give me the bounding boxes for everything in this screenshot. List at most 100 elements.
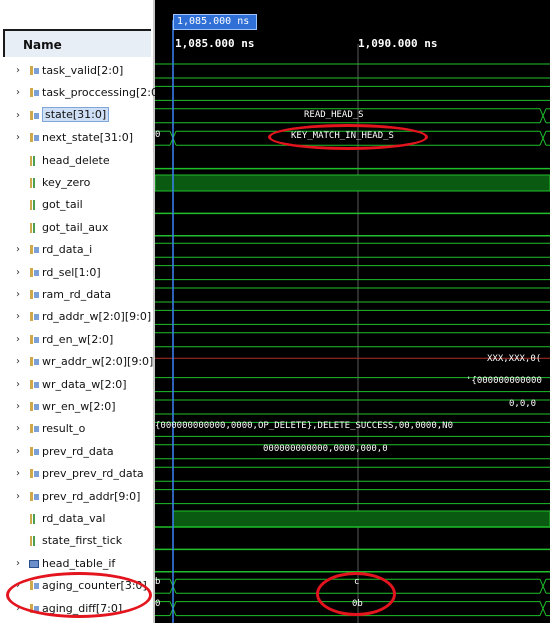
timeline-tick-label: 1,085.000 ns [175, 37, 255, 50]
signal-row[interactable]: › next_state[31:0] [0, 127, 153, 149]
chevron-right-icon[interactable]: › [16, 558, 20, 569]
signal-row[interactable]: › prev_rd_data [0, 441, 153, 463]
signal-label: ram_rd_data [42, 288, 112, 301]
annotation-circle [316, 572, 396, 616]
signal-row[interactable]: › rd_addr_w[2:0][9:0] [0, 306, 153, 328]
signal-row[interactable]: › rd_data_i [0, 239, 153, 261]
signal-label: wr_addr_w[2:0][9:0] [42, 355, 154, 369]
signal-label: prev_prev_rd_data [42, 467, 144, 481]
wave-rd-data-val [172, 510, 550, 528]
chevron-right-icon[interactable]: › [16, 65, 20, 76]
signal-label: prev_rd_addr[9:0] [42, 489, 141, 503]
signal-row[interactable]: › rd_sel[1:0] [0, 262, 153, 284]
signal-label: key_zero [42, 176, 91, 189]
aging-counter-prev-value: b [155, 577, 161, 587]
signal-row[interactable]: › task_valid[2:0] [0, 60, 153, 82]
waveform-area[interactable] [155, 0, 550, 623]
signal-row[interactable]: › rd_en_w[2:0] [0, 329, 153, 351]
signal-row[interactable]: rd_data_val [0, 508, 153, 530]
bus-signal-icon [29, 88, 39, 98]
signal-label: wr_data_w[2:0] [42, 377, 127, 391]
bit-signal-icon [29, 536, 39, 547]
chevron-right-icon[interactable]: › [16, 401, 20, 412]
signal-label: wr_en_w[2:0] [42, 400, 116, 413]
wr-data-value: '{000000000000 [466, 376, 542, 386]
bus-signal-icon [29, 133, 39, 143]
signal-label: head_delete [42, 153, 110, 167]
signal-row[interactable]: › wr_data_w[2:0] [0, 374, 153, 396]
chevron-right-icon[interactable]: › [16, 110, 20, 121]
bus-signal-icon [29, 491, 39, 502]
signal-row[interactable]: key_zero [0, 172, 153, 194]
signal-row[interactable]: › wr_addr_w[2:0][9:0] [0, 351, 153, 373]
interface-icon [29, 559, 39, 569]
signal-row[interactable]: › prev_prev_rd_data [0, 463, 153, 485]
signal-label: head_table_if [42, 556, 116, 570]
bus-signal-icon [29, 469, 39, 479]
signal-label: task_valid[2:0] [42, 64, 124, 77]
prev-rd-data-value: 000000000000,0000,000,0 [263, 444, 388, 454]
signal-row[interactable]: state_first_tick [0, 530, 153, 552]
annotation-circle [268, 124, 428, 150]
wr-en-value: 0,0,0 [509, 399, 537, 409]
chevron-right-icon[interactable]: › [16, 379, 20, 390]
signal-label: prev_rd_data [42, 444, 114, 458]
bus-signal-icon [29, 110, 39, 121]
chevron-right-icon[interactable]: › [16, 289, 20, 300]
signal-name-panel: Name › task_valid[2:0] › task_proccessing[2… [0, 0, 162, 623]
signal-label: task_proccessing[2:0] [42, 86, 163, 100]
signal-label: got_tail_aux [42, 220, 109, 234]
signal-row[interactable]: › state[31:0] [0, 105, 153, 127]
bus-signal-icon [29, 312, 39, 322]
signal-label: state[31:0] [42, 106, 110, 122]
bus-signal-icon [29, 334, 39, 345]
chevron-right-icon[interactable]: › [16, 244, 20, 255]
signal-row[interactable]: got_tail [0, 194, 153, 216]
bit-signal-icon [29, 178, 39, 188]
chevron-right-icon[interactable]: › [16, 423, 20, 434]
state-value: READ_HEAD_S [304, 110, 364, 120]
bus-signal-icon [29, 290, 39, 300]
bus-signal-icon [29, 267, 39, 278]
signal-label: rd_data_val [42, 512, 106, 525]
name-column-header[interactable]: Name [3, 29, 151, 57]
next-state-prev-value: 0 [155, 130, 161, 140]
cursor-time-marker[interactable]: 1,085.000 ns [173, 14, 257, 30]
bit-signal-icon [29, 200, 39, 211]
wr-addr-value: XXX,XXX,0( [487, 354, 542, 364]
signal-row[interactable]: › result_o [0, 418, 153, 440]
chevron-right-icon[interactable]: › [16, 356, 20, 367]
signal-row[interactable]: › prev_rd_addr[9:0] [0, 486, 153, 508]
chevron-right-icon[interactable]: › [16, 334, 20, 345]
signal-label: rd_en_w[2:0] [42, 332, 114, 346]
chevron-right-icon[interactable]: › [16, 446, 20, 457]
signal-row[interactable]: › task_proccessing[2:0] [0, 82, 162, 104]
aging-diff-prev-value: 0 [155, 599, 161, 609]
bit-signal-icon [29, 514, 39, 524]
chevron-right-icon[interactable]: › [16, 468, 20, 479]
cursor-time-label: 1,085.000 ns [177, 16, 250, 27]
bus-signal-icon [29, 245, 39, 255]
wave-key-zero [155, 174, 550, 192]
signal-label: rd_addr_w[2:0][9:0] [42, 310, 152, 324]
signal-label: got_tail [42, 198, 83, 212]
signal-row[interactable]: head_delete [0, 150, 153, 172]
signal-row[interactable]: › wr_en_w[2:0] [0, 396, 153, 418]
signal-row[interactable]: › ram_rd_data [0, 284, 153, 306]
chevron-right-icon[interactable]: › [16, 491, 20, 502]
name-column-title: Name [23, 38, 62, 52]
bit-signal-icon [29, 155, 39, 166]
result-o-value: {000000000000,0000,OP_DELETE},DELETE_SUC… [155, 421, 454, 431]
chevron-right-icon[interactable]: › [16, 132, 20, 143]
signal-label: rd_sel[1:0] [42, 265, 101, 279]
bus-signal-icon [29, 402, 39, 412]
chevron-right-icon[interactable]: › [16, 87, 20, 98]
signal-label: state_first_tick [42, 534, 123, 548]
bus-signal-icon [29, 446, 39, 457]
signal-row[interactable]: got_tail_aux [0, 217, 153, 239]
bus-signal-icon [29, 357, 39, 367]
annotation-circle [6, 572, 152, 618]
chevron-right-icon[interactable]: › [16, 267, 20, 278]
signal-label: rd_data_i [42, 243, 93, 257]
chevron-right-icon[interactable]: › [16, 311, 20, 322]
